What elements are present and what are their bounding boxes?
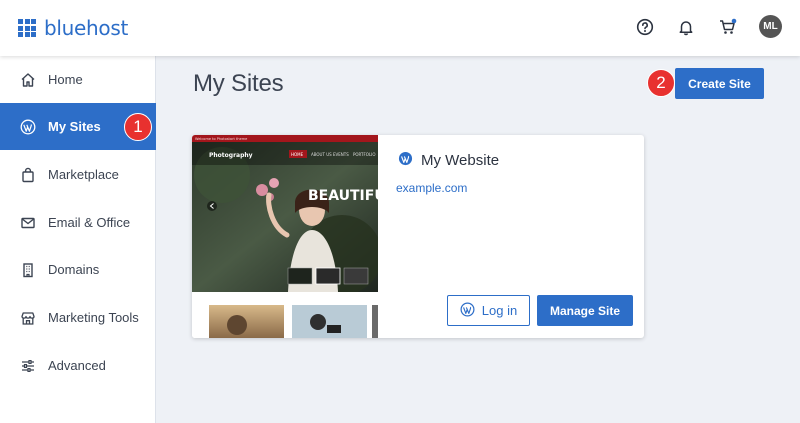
site-url-link[interactable]: example.com: [396, 181, 467, 195]
thumbnail-nav-portfolio: PORTFOLIO: [353, 152, 376, 157]
logo-grid-icon: [18, 19, 36, 37]
site-thumbnail[interactable]: Photography HOME ABOUT US EVENTS PORTFOL…: [192, 135, 378, 338]
wordpress-icon: [398, 151, 413, 170]
sidebar: Home My Sites Marketplace Email & Office…: [0, 56, 156, 423]
help-icon[interactable]: [634, 16, 656, 38]
sliders-icon: [19, 357, 37, 375]
home-icon: [19, 71, 37, 89]
sidebar-item-home[interactable]: Home: [0, 56, 156, 103]
cart-icon[interactable]: [717, 16, 739, 38]
thumbnail-brand: Photography: [209, 152, 253, 159]
thumbnail-topbar-text: Welcome to Photostart theme: [195, 137, 247, 141]
wordpress-icon: [460, 302, 475, 320]
top-header: bluehost ML: [0, 0, 800, 56]
thumbnail-nav-about: ABOUT US: [311, 152, 332, 157]
site-name[interactable]: My Website: [398, 151, 499, 170]
wordpress-icon: [19, 118, 37, 136]
shopping-bag-icon: [19, 166, 37, 184]
bluehost-logo[interactable]: bluehost: [18, 16, 128, 40]
sidebar-item-label: Email & Office: [48, 215, 131, 230]
sidebar-item-marketplace[interactable]: Marketplace: [0, 151, 156, 198]
bell-icon[interactable]: [675, 16, 697, 38]
thumbnail-hero-text: BEAUTIFUL: [308, 188, 378, 204]
manage-site-button[interactable]: Manage Site: [537, 295, 633, 326]
sidebar-item-label: Marketplace: [48, 167, 119, 182]
sidebar-item-label: My Sites: [48, 119, 101, 134]
brand-name: bluehost: [44, 16, 129, 40]
thumbnail-nav-events: EVENTS: [333, 152, 349, 157]
page-title: My Sites: [193, 70, 284, 97]
log-in-button[interactable]: Log in: [447, 295, 530, 326]
create-site-button[interactable]: Create Site: [675, 68, 764, 99]
envelope-icon: [19, 214, 37, 232]
site-name-label: My Website: [421, 152, 500, 169]
log-in-label: Log in: [481, 303, 518, 318]
storefront-icon: [19, 309, 37, 327]
sidebar-item-advanced[interactable]: Advanced: [0, 342, 156, 389]
sidebar-item-label: Marketing Tools: [48, 310, 139, 325]
step-badge-1: 1: [124, 113, 152, 141]
sidebar-item-domains[interactable]: Domains: [0, 246, 156, 293]
sidebar-item-email-office[interactable]: Email & Office: [0, 199, 156, 246]
sidebar-item-label: Advanced: [48, 358, 106, 373]
user-avatar[interactable]: ML: [759, 15, 782, 38]
sidebar-item-marketing-tools[interactable]: Marketing Tools: [0, 294, 156, 341]
step-badge-2: 2: [647, 69, 675, 97]
building-icon: [19, 261, 37, 279]
sidebar-item-label: Home: [48, 72, 83, 87]
sidebar-item-label: Domains: [48, 262, 100, 277]
thumbnail-nav-home: HOME: [291, 152, 304, 157]
